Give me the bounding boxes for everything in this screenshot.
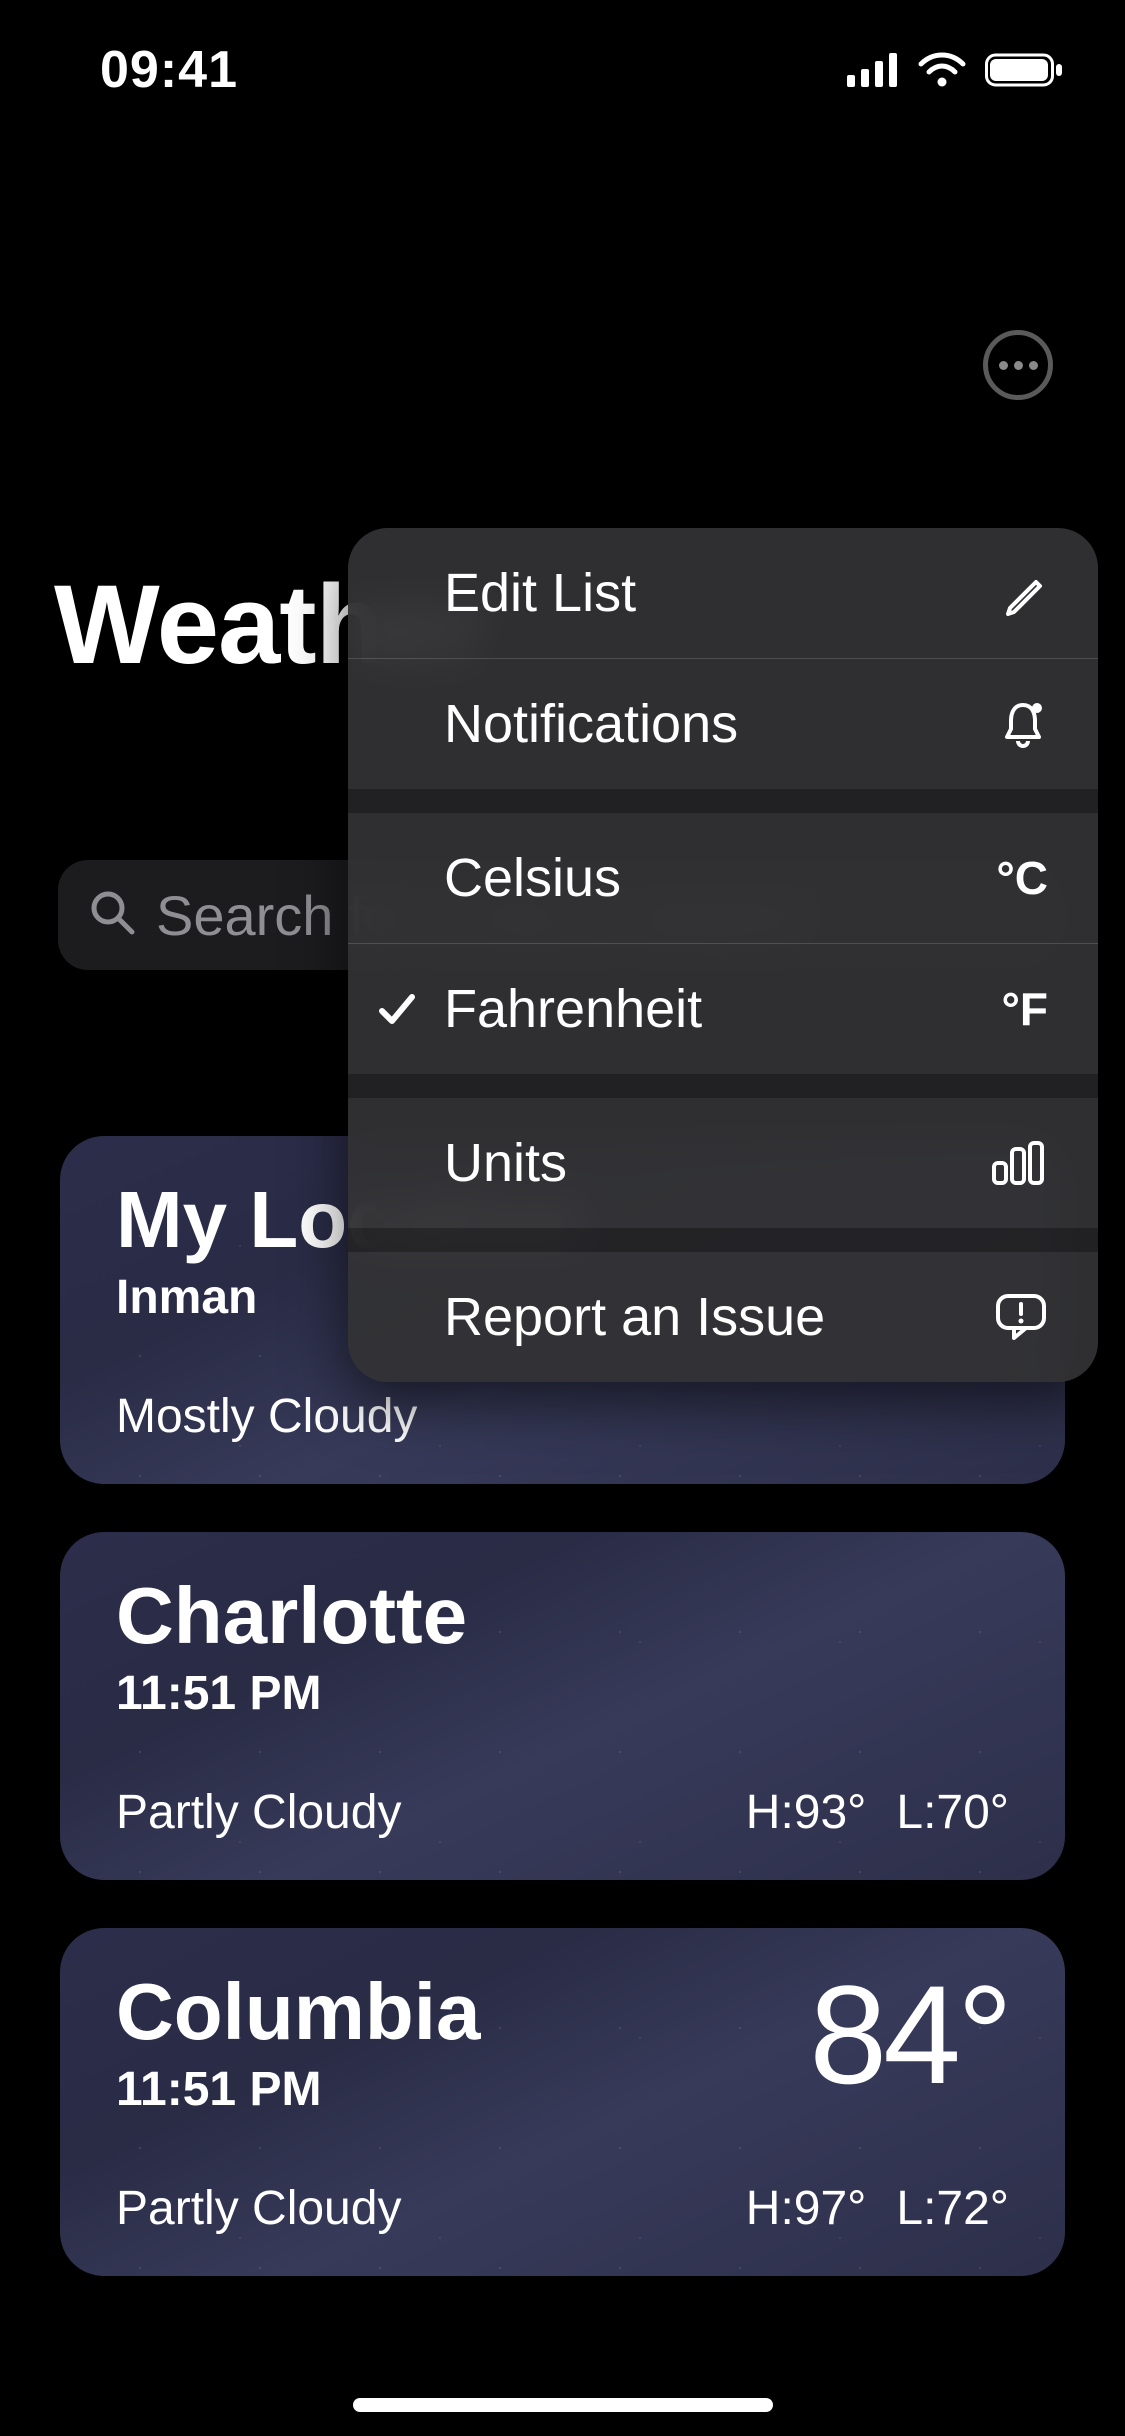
pencil-icon (1002, 570, 1048, 616)
cellular-icon (847, 53, 899, 87)
fahrenheit-icon: °F (1002, 982, 1049, 1036)
search-icon (88, 888, 156, 943)
location-condition: Mostly Cloudy (116, 1389, 417, 1444)
report-icon (994, 1292, 1048, 1342)
ellipsis-icon (999, 361, 1008, 370)
menu-item-celsius[interactable]: Celsius °C (348, 813, 1098, 943)
location-card[interactable]: Columbia 11:51 PM 84° Partly Cloudy H:97… (60, 1928, 1065, 2276)
menu-item-edit-list[interactable]: Edit List (348, 528, 1098, 658)
location-condition: Partly Cloudy (116, 1785, 401, 1840)
menu-label: Report an Issue (444, 1286, 994, 1348)
status-bar: 09:41 (0, 0, 1125, 140)
menu-item-report-issue[interactable]: Report an Issue (348, 1252, 1098, 1382)
bars-icon (990, 1139, 1048, 1187)
menu-label: Notifications (444, 693, 998, 755)
menu-item-fahrenheit[interactable]: Fahrenheit °F (348, 944, 1098, 1074)
status-right (847, 52, 1065, 88)
status-time: 09:41 (60, 40, 238, 100)
location-hi-lo: H:93° L:70° (746, 1785, 1009, 1840)
celsius-icon: °C (996, 851, 1048, 905)
more-button[interactable] (983, 330, 1053, 400)
location-condition: Partly Cloudy (116, 2181, 401, 2236)
wifi-icon (917, 52, 967, 88)
menu-label: Edit List (444, 562, 1002, 624)
menu-item-notifications[interactable]: Notifications (348, 659, 1098, 789)
menu-item-units[interactable]: Units (348, 1098, 1098, 1228)
location-title: Charlotte (116, 1576, 467, 1656)
menu-label: Units (444, 1132, 990, 1194)
battery-icon (985, 52, 1065, 88)
location-subtitle: 11:51 PM (116, 2062, 480, 2117)
home-indicator[interactable] (353, 2398, 773, 2412)
location-title: Columbia (116, 1972, 480, 2052)
options-menu: Edit List Notifications Celsius °C Fahre… (348, 528, 1098, 1382)
location-card[interactable]: Charlotte 11:51 PM Partly Cloudy H:93° L… (60, 1532, 1065, 1880)
bell-icon (998, 699, 1048, 749)
checkmark-icon (348, 987, 444, 1031)
location-hi-lo: H:97° L:72° (746, 2181, 1009, 2236)
menu-label: Fahrenheit (444, 978, 1002, 1040)
menu-label: Celsius (444, 847, 996, 909)
location-subtitle: 11:51 PM (116, 1666, 467, 1721)
location-temp: 84° (809, 1972, 1009, 2098)
